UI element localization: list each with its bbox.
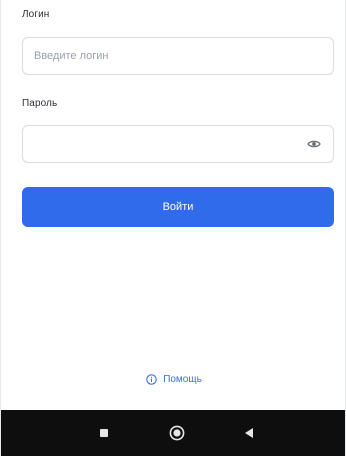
system-nav-bar bbox=[1, 410, 345, 456]
login-button[interactable]: Войти bbox=[22, 187, 334, 227]
login-label: Логин bbox=[22, 9, 50, 20]
help-link[interactable]: Помощь bbox=[1, 374, 346, 385]
recents-icon[interactable] bbox=[89, 410, 119, 456]
login-input[interactable] bbox=[22, 37, 334, 75]
password-label: Пароль bbox=[22, 98, 58, 109]
help-label: Помощь bbox=[163, 374, 202, 385]
login-screen: Логин Пароль Войти Помощь bbox=[0, 0, 346, 456]
password-input[interactable] bbox=[22, 125, 334, 163]
back-icon[interactable] bbox=[234, 410, 264, 456]
home-icon[interactable] bbox=[162, 410, 192, 456]
eye-icon[interactable] bbox=[306, 137, 322, 151]
info-icon bbox=[146, 374, 157, 385]
